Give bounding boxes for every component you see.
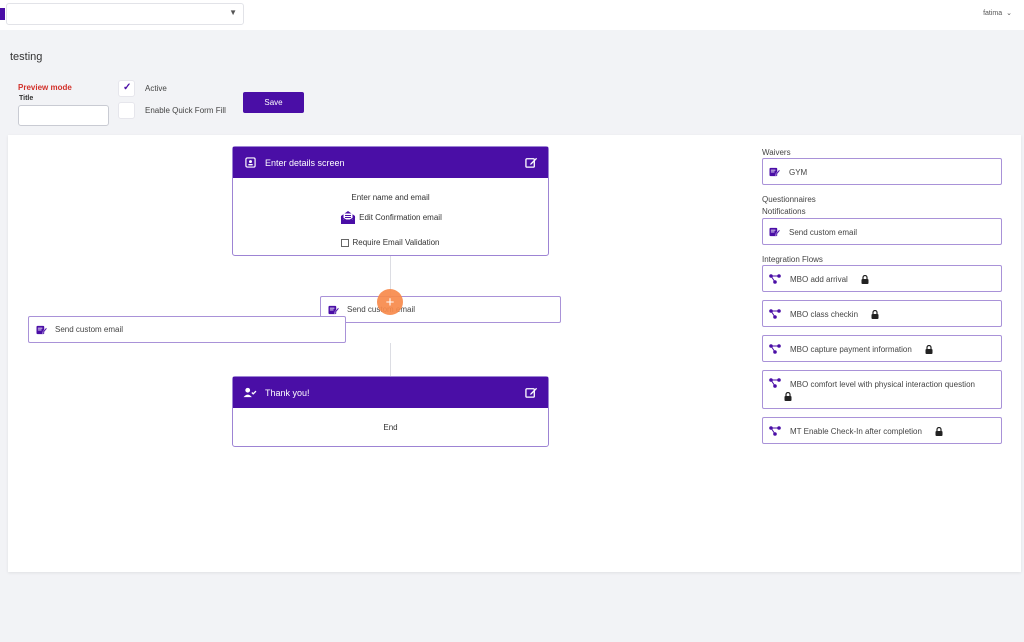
require-validation-checkbox[interactable] — [341, 238, 350, 247]
edit-confirmation-email-link[interactable]: Edit Confirmation email — [359, 213, 442, 222]
brand-mark — [0, 8, 5, 20]
notifications-heading: Notifications — [762, 207, 806, 216]
send-custom-email-action[interactable]: Send custom email — [320, 296, 561, 323]
checkmark-icon: ✓ — [123, 82, 132, 93]
palette-item-label: MBO class checkin — [790, 309, 859, 319]
integration-flows-heading: Integration Flows — [762, 255, 823, 264]
palette-item-send-custom-email[interactable]: Send custom email — [762, 218, 1002, 245]
palette-item-gym[interactable]: GYM — [762, 158, 1002, 185]
details-description: Enter name and email — [351, 193, 430, 202]
user-menu[interactable]: fatima ⌄ — [983, 9, 1012, 18]
edit-icon[interactable] — [525, 386, 538, 399]
lock-icon — [784, 392, 792, 401]
chevron-down-icon: ⌄ — [1006, 10, 1012, 17]
quick-form-fill-checkbox[interactable] — [118, 102, 135, 119]
user-name: fatima — [983, 9, 1003, 17]
lock-icon — [861, 274, 869, 284]
chevron-down-icon: ▼ — [229, 8, 237, 17]
palette-item-label: Send custom email — [789, 227, 858, 237]
location-select[interactable]: ▼ — [6, 3, 244, 25]
lock-icon — [871, 309, 879, 319]
node-header: Enter details screen — [233, 147, 548, 178]
edit-icon[interactable] — [525, 156, 538, 169]
require-validation-label: Require Email Validation — [352, 238, 440, 247]
lock-icon — [935, 426, 943, 436]
title-label: Title — [19, 95, 34, 102]
palette-item-label: GYM — [789, 167, 808, 177]
flow-nodes-icon — [769, 426, 781, 436]
palette-item-integration[interactable]: MBO class checkin — [762, 300, 1002, 327]
top-bar: ▼ fatima ⌄ — [0, 0, 1024, 30]
email-edit-icon — [769, 167, 780, 177]
palette-item-label: MBO capture payment information — [790, 344, 912, 354]
save-button[interactable]: Save — [243, 92, 304, 113]
flow-nodes-icon — [769, 309, 781, 319]
node-title: Enter details screen — [265, 157, 345, 168]
palette-item-integration[interactable]: MBO capture payment information — [762, 335, 1002, 362]
thank-you-node[interactable]: Thank you! End — [232, 376, 549, 447]
end-label: End — [383, 423, 398, 432]
palette-item-label: MBO comfort level with physical interact… — [790, 380, 975, 389]
active-checkbox[interactable]: ✓ — [118, 80, 135, 97]
send-custom-email-action[interactable]: Send custom email — [28, 316, 346, 343]
palette-item-integration[interactable]: MT Enable Check-In after completion — [762, 417, 1002, 444]
flow-connector — [390, 343, 391, 376]
flow-nodes-icon — [769, 378, 781, 388]
add-step-button[interactable]: + — [377, 289, 403, 315]
preview-mode-link[interactable]: Preview mode — [18, 83, 72, 92]
node-title: Thank you! — [265, 387, 310, 398]
title-input[interactable] — [18, 105, 109, 126]
user-check-icon — [243, 386, 257, 400]
quick-form-fill-label: Enable Quick Form Fill — [145, 106, 226, 115]
page-title: testing — [10, 51, 43, 63]
email-edit-icon — [36, 325, 47, 335]
palette-item-label: MT Enable Check-In after completion — [790, 426, 922, 436]
palette-item-integration[interactable]: MBO comfort level with physical interact… — [762, 370, 1002, 409]
questionnaires-heading: Questionnaires — [762, 195, 816, 204]
flow-nodes-icon — [769, 274, 781, 284]
lock-icon — [925, 344, 933, 354]
waivers-heading: Waivers — [762, 148, 791, 157]
flow-nodes-icon — [769, 344, 781, 354]
action-label: Send custom email — [55, 325, 124, 334]
email-edit-icon — [769, 227, 780, 237]
contact-card-icon — [243, 156, 257, 170]
email-edit-icon — [328, 305, 339, 315]
node-header: Thank you! — [233, 377, 548, 408]
envelope-icon — [339, 209, 357, 226]
active-label: Active — [145, 84, 167, 93]
palette-item-integration[interactable]: MBO add arrival — [762, 265, 1002, 292]
enter-details-node[interactable]: Enter details screen Enter name and emai… — [232, 146, 549, 256]
palette-item-label: MBO add arrival — [790, 274, 848, 284]
